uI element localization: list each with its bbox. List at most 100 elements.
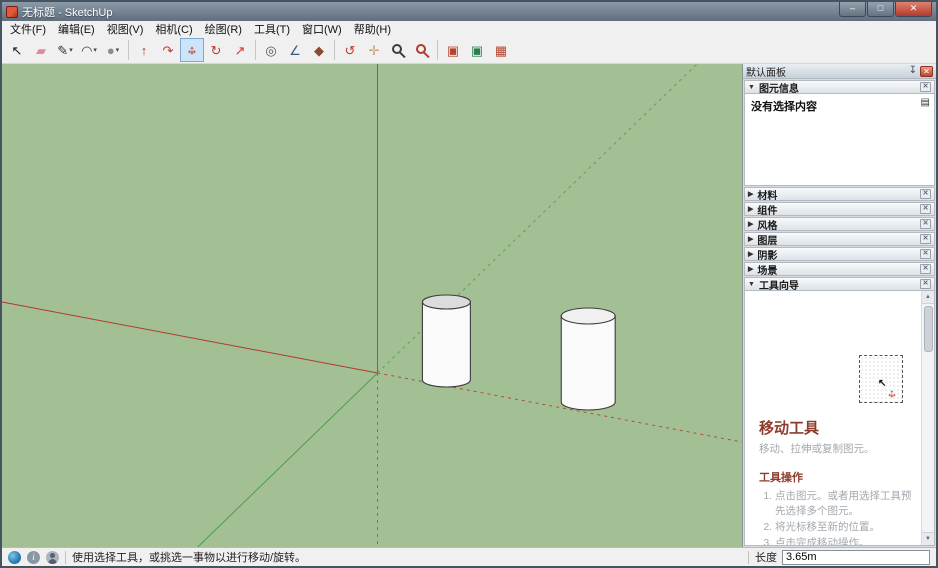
paint-bucket-tool-button[interactable]: ◆: [307, 38, 331, 62]
orbit-tool-button[interactable]: ↺: [338, 38, 362, 62]
title-bar[interactable]: 无标题 - SketchUp – □ ✕: [2, 2, 936, 21]
drawing-axes: [2, 64, 742, 547]
dimension-tool-icon: ∠: [289, 44, 301, 57]
menu-draw[interactable]: 绘图(R): [199, 20, 248, 38]
warehouse-tool-button[interactable]: ▣: [441, 38, 465, 62]
layout-tool-button[interactable]: ▦: [489, 38, 513, 62]
section-styles[interactable]: ▶风格✕: [744, 217, 935, 231]
extension-warehouse-tool-button[interactable]: ▣: [465, 38, 489, 62]
chevron-right-icon: ▶: [748, 251, 753, 258]
section-layers[interactable]: ▶图层✕: [744, 232, 935, 246]
shapes-tool-dropdown[interactable]: ▾: [116, 46, 120, 54]
instructor-step: 点击完成移动操作。: [775, 535, 915, 545]
tray-close-button[interactable]: ✕: [920, 66, 933, 77]
minimize-button[interactable]: –: [839, 2, 866, 17]
window-controls: – □ ✕: [839, 2, 932, 17]
arc-tool-button[interactable]: ◠▾: [77, 38, 101, 62]
tray-title: 默认面板: [746, 64, 906, 79]
menu-edit[interactable]: 编辑(E): [52, 20, 101, 38]
measurement-input[interactable]: [782, 550, 930, 565]
cylinder-right-top[interactable]: [561, 308, 615, 324]
shapes-tool-button[interactable]: ●▾: [101, 38, 125, 62]
zoom-tool-button[interactable]: [386, 38, 410, 62]
select-tool-icon: ↖: [12, 44, 23, 57]
section-scenes-close-button[interactable]: ✕: [920, 264, 931, 274]
scale-tool-button[interactable]: ↗: [228, 38, 252, 62]
toolbar-separator: [128, 40, 129, 60]
section-components[interactable]: ▶组件✕: [744, 202, 935, 216]
section-shadows-close-button[interactable]: ✕: [920, 249, 931, 259]
maximize-button[interactable]: □: [867, 2, 894, 17]
tape-measure-tool-button[interactable]: ◎: [259, 38, 283, 62]
cylinder-left[interactable]: [422, 295, 470, 387]
instructor-scrollbar[interactable]: ▲ ▼: [921, 291, 934, 545]
paint-bucket-tool-icon: ◆: [314, 44, 324, 57]
push-pull-tool-button[interactable]: ↑: [132, 38, 156, 62]
menu-tools[interactable]: 工具(T): [248, 20, 296, 38]
status-divider: [748, 551, 749, 564]
section-materials[interactable]: ▶材料✕: [744, 187, 935, 201]
menu-file[interactable]: 文件(F): [4, 20, 52, 38]
entity-info-label: 图元信息: [759, 80, 920, 95]
chevron-down-icon: ▼: [748, 281, 755, 288]
line-tool-dropdown[interactable]: ▾: [69, 46, 73, 54]
instructor-step: 将光标移至新的位置。: [775, 519, 915, 534]
menu-bar: 文件(F)编辑(E)视图(V)相机(C)绘图(R)工具(T)窗口(W)帮助(H): [2, 21, 936, 37]
pan-tool-icon: ✛: [369, 44, 380, 57]
close-button[interactable]: ✕: [895, 2, 932, 17]
cylinder-right-body[interactable]: [561, 316, 615, 410]
cylinder-right[interactable]: [561, 308, 615, 410]
cylinder-left-body[interactable]: [422, 302, 470, 387]
chevron-down-icon: ▼: [748, 84, 755, 91]
section-layers-close-button[interactable]: ✕: [920, 234, 931, 244]
zoom-tool-icon: [392, 44, 402, 54]
arc-tool-icon: ◠: [81, 44, 92, 57]
entity-info-close-button[interactable]: ✕: [920, 82, 931, 92]
green-axis-solid: [198, 373, 378, 547]
section-styles-close-button[interactable]: ✕: [920, 219, 931, 229]
scroll-up-button[interactable]: ▲: [922, 291, 934, 304]
menu-window[interactable]: 窗口(W): [296, 20, 348, 38]
follow-me-tool-button[interactable]: ↷: [156, 38, 180, 62]
user-icon[interactable]: [46, 551, 59, 564]
section-materials-close-button[interactable]: ✕: [920, 189, 931, 199]
move-tool-icon: ↔↕: [184, 42, 200, 58]
line-tool-button[interactable]: ✎▾: [53, 38, 77, 62]
menu-view[interactable]: 视图(V): [101, 20, 150, 38]
default-tray-panel: 默认面板 ↧ ✕ ▼ 图元信息 ✕ 没有选择内容 ▤ ▶材料✕▶组件✕▶风格✕▶…: [743, 64, 936, 547]
tray-title-bar[interactable]: 默认面板 ↧ ✕: [743, 64, 936, 79]
eraser-tool-icon: ▰: [36, 44, 46, 57]
credits-icon[interactable]: i: [27, 551, 40, 564]
menu-camera[interactable]: 相机(C): [149, 20, 198, 38]
pan-tool-button[interactable]: ✛: [362, 38, 386, 62]
arc-tool-dropdown[interactable]: ▾: [93, 46, 97, 54]
zoom-extents-tool-button[interactable]: [410, 38, 434, 62]
measurement-box: 长度: [755, 549, 930, 565]
instructor-panel: ↔ ↕ ↖ 移动工具 移动、拉伸或复制图元。 工具操作 点击图元。或者用选择工具…: [744, 291, 935, 546]
menu-help[interactable]: 帮助(H): [348, 20, 397, 38]
section-entity-info[interactable]: ▼ 图元信息 ✕: [744, 80, 935, 94]
geolocation-icon[interactable]: [8, 551, 21, 564]
layout-tool-icon: ▦: [495, 44, 507, 57]
chevron-right-icon: ▶: [748, 191, 753, 198]
move-tool-button[interactable]: ↔↕: [180, 38, 204, 62]
scroll-down-button[interactable]: ▼: [922, 532, 934, 545]
toolbar-separator: [334, 40, 335, 60]
cylinder-left-top[interactable]: [422, 295, 470, 309]
dimension-tool-button[interactable]: ∠: [283, 38, 307, 62]
select-tool-button[interactable]: ↖: [5, 38, 29, 62]
eraser-tool-button[interactable]: ▰: [29, 38, 53, 62]
section-shadows[interactable]: ▶阴影✕: [744, 247, 935, 261]
toolbar-separator: [437, 40, 438, 60]
details-toggle-icon[interactable]: ▤: [921, 97, 930, 108]
chevron-right-icon: ▶: [748, 266, 753, 273]
pin-icon[interactable]: ↧: [909, 66, 917, 76]
rotate-tool-button[interactable]: ↻: [204, 38, 228, 62]
viewport[interactable]: [2, 64, 743, 547]
section-scenes[interactable]: ▶场景✕: [744, 262, 935, 276]
instructor-close-button[interactable]: ✕: [920, 279, 931, 289]
section-styles-label: 风格: [757, 217, 920, 232]
section-components-close-button[interactable]: ✕: [920, 204, 931, 214]
section-instructor[interactable]: ▼ 工具向导 ✕: [744, 277, 935, 291]
scrollbar-thumb[interactable]: [924, 306, 933, 352]
